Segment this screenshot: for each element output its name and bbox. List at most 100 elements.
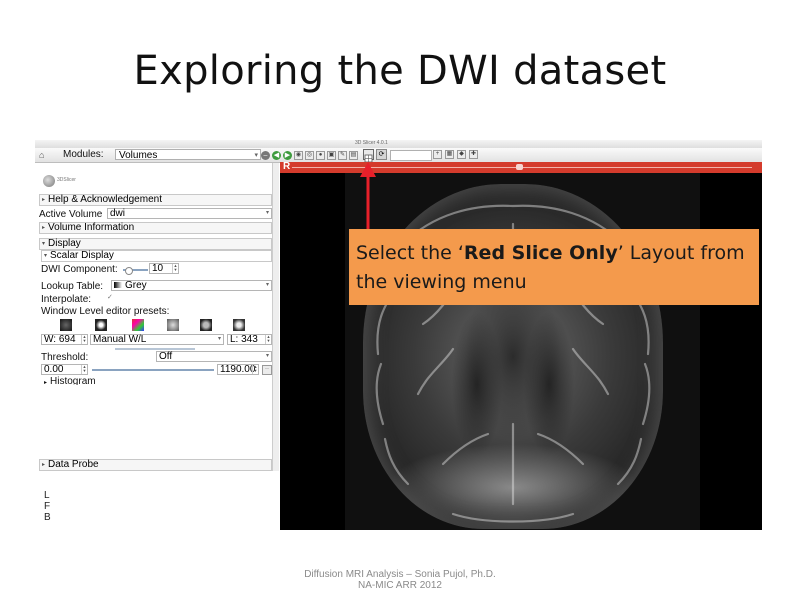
ct-bone-preset-icon[interactable] (95, 319, 107, 331)
threshold-min-spinbox[interactable]: 0.00 ▲ ▼ (41, 364, 88, 375)
spin-arrows-icon[interactable]: ▲ ▼ (81, 365, 87, 374)
threshold-max-value: 1190.00 (220, 364, 256, 375)
layout-icon[interactable] (363, 149, 374, 163)
dwi-component-value: 10 (152, 263, 164, 274)
expand-icon: ▸ (42, 462, 46, 468)
level-value: L: 343 (230, 334, 258, 345)
active-volume-value: dwi (110, 208, 126, 219)
grey-swatch-icon (114, 282, 122, 288)
spin-arrows-icon[interactable]: ▲ ▼ (172, 264, 178, 273)
panel-scrollbar[interactable] (272, 163, 279, 471)
red-slice-bar: R (280, 162, 762, 173)
active-volume-label: Active Volume (39, 209, 103, 220)
module-panel: 3DSlicer ▸ Help & Acknowledgement Active … (35, 163, 279, 530)
window-level-mode-selector[interactable]: Manual W/L ▾ (90, 334, 224, 345)
module-selector[interactable]: Volumes ▾ (115, 149, 261, 161)
threshold-selector[interactable]: Off ▾ (156, 351, 272, 362)
slicer-window: 3D Slicer 4.0.1 ⌂ Modules: Volumes ▾ – ◀… (35, 140, 762, 530)
chevron-down-icon: ▾ (254, 152, 258, 159)
modules-label: Modules: (63, 149, 104, 160)
logo-text: 3DSlicer (57, 177, 76, 183)
volume-info-section[interactable]: ▸ Volume Information (39, 222, 272, 234)
active-volume-selector[interactable]: dwi ▾ (107, 208, 272, 219)
probe-label-f: F (44, 501, 51, 512)
window-level-mode: Manual W/L (93, 334, 147, 345)
wl-presets-label: Window Level editor presets: (41, 306, 170, 317)
instruction-callout: Select the ‘Red Slice Only’ Layout from … (349, 229, 759, 305)
layout-combo[interactable] (390, 150, 432, 161)
ct-lung-preset-icon[interactable] (233, 319, 245, 331)
footer-line1: Diffusion MRI Analysis – Sonia Pujol, Ph… (304, 569, 496, 580)
persistent-icon[interactable]: ◎ (305, 150, 314, 160)
slide-footer: Diffusion MRI Analysis – Sonia Pujol, Ph… (0, 569, 800, 591)
scalar-display-label: Scalar Display (50, 250, 114, 261)
probe-orientation-labels: L F B (44, 490, 51, 523)
back-icon[interactable]: ◀ (272, 150, 281, 160)
callout-prefix: Select the ‘ (356, 242, 464, 264)
lookup-table-value: Grey (125, 280, 147, 291)
footer-line2: NA-MIC ARR 2012 (358, 580, 442, 591)
probe-label-l: L (44, 490, 50, 501)
screenshot-icon[interactable]: ▤ (349, 150, 358, 160)
spin-arrows-icon[interactable]: ▲ ▼ (252, 365, 258, 374)
grid-icon[interactable]: ▦ (445, 150, 454, 159)
help-section[interactable]: ▸ Help & Acknowledgement (39, 194, 272, 206)
level-spinbox[interactable]: L: 343 ▲ ▼ (227, 334, 272, 345)
dwi-component-slider-handle[interactable] (125, 267, 133, 275)
display-section[interactable]: ▾ Display (39, 238, 272, 250)
red-slice-viewer[interactable]: R (280, 162, 762, 530)
threshold-label: Threshold: (41, 352, 89, 363)
forward-icon[interactable]: ▶ (283, 150, 292, 160)
histogram-label: Histogram (50, 376, 96, 385)
refresh-icon[interactable]: ⟳ (376, 149, 387, 160)
chevron-down-icon: ▾ (217, 336, 221, 342)
extension-icon[interactable]: ✚ (469, 150, 478, 159)
slicer-logo (43, 175, 55, 187)
house-icon[interactable]: ⌂ (39, 150, 44, 160)
nav-icons: – ◀ ▶ ◉ ◎ ● ▣ ✎ ▤ (261, 149, 358, 161)
module-selected: Volumes (119, 150, 158, 161)
scalar-display-section[interactable]: ▾ Scalar Display (41, 250, 272, 262)
histogram-section[interactable]: ▸ Histogram (44, 376, 96, 385)
ct-brain-preset-icon[interactable] (200, 319, 212, 331)
place-icon[interactable]: ● (316, 150, 325, 160)
interpolate-checkbox[interactable]: ✓ (107, 293, 113, 301)
fiducial-icon[interactable]: ◆ (457, 150, 466, 159)
chevron-down-icon: ▾ (265, 282, 269, 288)
main-toolbar: ⌂ Modules: Volumes ▾ – ◀ ▶ ◉ ◎ ● ▣ ✎ ▤ ⟳… (35, 148, 762, 163)
threshold-range-slider[interactable] (92, 369, 214, 371)
data-probe-section[interactable]: ▸ Data Probe (39, 459, 272, 471)
data-probe-label: Data Probe (48, 459, 99, 470)
wl-presets-row (60, 319, 260, 331)
window-level-slider[interactable] (115, 348, 195, 350)
save-icon[interactable]: ▣ (327, 150, 336, 160)
window-spinbox[interactable]: W: 694 ▲ ▼ (41, 334, 88, 345)
collapse-icon: ▾ (42, 241, 46, 247)
ct-air-preset-icon[interactable] (60, 319, 72, 331)
lookup-table-selector[interactable]: Grey ▾ (111, 280, 272, 291)
callout-bold: Red Slice Only (463, 242, 618, 264)
minus-icon[interactable]: – (261, 150, 270, 160)
ct-abdomen-preset-icon[interactable] (167, 319, 179, 331)
slice-offset-handle[interactable] (516, 164, 523, 170)
slide-title: Exploring the DWI dataset (133, 48, 667, 94)
dwi-component-label: DWI Component: (41, 264, 118, 275)
pet-preset-icon[interactable] (132, 319, 144, 331)
help-section-label: Help & Acknowledgement (48, 194, 162, 205)
probe-label-b: B (44, 512, 51, 523)
crosshair-icon[interactable]: + (433, 150, 442, 159)
window-value: W: 694 (44, 334, 76, 345)
collapse-icon: ▾ (44, 253, 48, 259)
window-controls[interactable] (41, 142, 61, 155)
mouse-mode-icon[interactable]: ◉ (294, 150, 303, 160)
threshold-options-icon[interactable]: ·· (262, 365, 272, 375)
expand-icon: ▸ (42, 197, 46, 203)
threshold-max-spinbox[interactable]: 1190.00 ▲ ▼ (217, 364, 259, 375)
expand-icon: ▸ (42, 225, 46, 231)
spin-arrows-icon[interactable]: ▲ ▼ (265, 335, 271, 344)
chevron-down-icon: ▾ (265, 210, 269, 216)
threshold-min-value: 0.00 (44, 364, 64, 375)
spin-arrows-icon[interactable]: ▲ ▼ (81, 335, 87, 344)
edit-icon[interactable]: ✎ (338, 150, 347, 160)
dwi-component-spinbox[interactable]: 10 ▲ ▼ (149, 263, 179, 274)
